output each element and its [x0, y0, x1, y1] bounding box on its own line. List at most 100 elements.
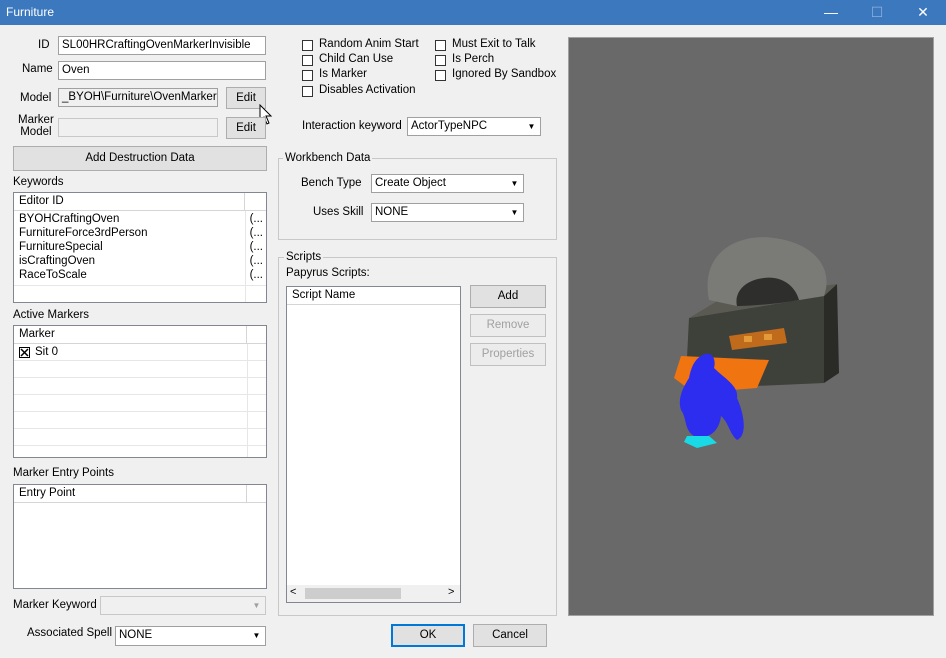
script-properties-button[interactable]: Properties: [470, 343, 546, 366]
id-field[interactable]: SL00HRCraftingOvenMarkerInvisible: [58, 36, 266, 55]
disables-activation-checkbox[interactable]: [302, 86, 313, 97]
random-anim-start-label: Random Anim Start: [319, 38, 419, 50]
marker-checkbox[interactable]: [19, 347, 30, 358]
markers-column-marker[interactable]: Marker: [14, 326, 247, 344]
keyword-extra: (...: [249, 227, 263, 239]
workbench-data-group: [278, 158, 557, 240]
title-bar: Furniture — ☐ ✕: [0, 0, 946, 25]
is-perch-label: Is Perch: [452, 53, 495, 65]
name-label: Name: [22, 63, 53, 75]
keyword-row[interactable]: isCraftingOven (...: [14, 255, 266, 269]
ignored-by-sandbox-checkbox[interactable]: [435, 70, 446, 81]
marker-name: Sit 0: [35, 346, 59, 358]
scroll-left-icon[interactable]: <: [290, 586, 296, 598]
uses-skill-value: NONE: [375, 206, 409, 218]
scripts-list-header: Script Name: [287, 287, 460, 305]
keyword-row[interactable]: FurnitureForce3rdPerson (...: [14, 227, 266, 241]
marker-keyword-dropdown[interactable]: ▼: [100, 596, 266, 615]
scripts-title: Scripts: [284, 251, 324, 263]
chevron-down-icon: ▼: [252, 601, 261, 610]
empty-row: [14, 379, 266, 395]
add-destruction-data-button[interactable]: Add Destruction Data: [13, 146, 267, 171]
random-anim-start-checkbox[interactable]: [302, 40, 313, 51]
must-exit-to-talk-checkbox[interactable]: [435, 40, 446, 51]
interaction-keyword-dropdown[interactable]: ActorTypeNPC ▼: [407, 117, 541, 136]
entry-points-label: Marker Entry Points: [13, 467, 114, 479]
marker-row[interactable]: Sit 0: [14, 345, 266, 361]
papyrus-scripts-list[interactable]: Script Name < >: [286, 286, 461, 603]
close-button[interactable]: ✕: [900, 0, 946, 25]
ok-button[interactable]: OK: [391, 624, 465, 647]
keyword-name: FurnitureForce3rdPerson: [19, 227, 148, 239]
cancel-button[interactable]: Cancel: [473, 624, 547, 647]
child-can-use-label: Child Can Use: [319, 53, 394, 65]
keyword-extra: (...: [249, 213, 263, 225]
marker-model-label-line1: Marker: [18, 114, 54, 126]
entry-column-entry-point[interactable]: Entry Point: [14, 485, 247, 503]
oven-model-render: [674, 237, 839, 448]
remove-script-button[interactable]: Remove: [470, 314, 546, 337]
oven-base-side: [824, 284, 839, 383]
associated-spell-dropdown[interactable]: NONE ▼: [115, 626, 266, 646]
empty-row: [14, 362, 266, 378]
keyword-row[interactable]: BYOHCraftingOven (...: [14, 213, 266, 227]
model-field[interactable]: _BYOH\Furniture\OvenMarker.n: [58, 88, 218, 107]
keyword-extra: (...: [249, 269, 263, 281]
markers-list-header: Marker: [14, 326, 266, 344]
chevron-down-icon: ▼: [527, 122, 536, 131]
uses-skill-dropdown[interactable]: NONE ▼: [371, 203, 524, 222]
is-perch-checkbox[interactable]: [435, 55, 446, 66]
keywords-column-editor-id[interactable]: Editor ID: [14, 193, 245, 211]
must-exit-to-talk-label: Must Exit to Talk: [452, 38, 536, 50]
ignored-by-sandbox-label: Ignored By Sandbox: [452, 68, 557, 80]
marker-model-label-line2: Model: [20, 126, 52, 138]
disables-activation-label: Disables Activation: [319, 84, 416, 96]
active-markers-list[interactable]: Marker Sit 0: [13, 325, 267, 458]
keywords-list[interactable]: Editor ID BYOHCraftingOven (... Furniture…: [13, 192, 267, 303]
bench-type-value: Create Object: [375, 177, 446, 189]
horizontal-scrollbar[interactable]: < >: [287, 585, 460, 602]
keyword-extra: (...: [249, 255, 263, 267]
divider: [245, 211, 246, 302]
scripts-column-script-name[interactable]: Script Name: [287, 287, 460, 305]
keywords-label: Keywords: [13, 176, 64, 188]
marker-model-field[interactable]: [58, 118, 218, 137]
keyword-row[interactable]: FurnitureSpecial (...: [14, 241, 266, 255]
empty-row: [14, 396, 266, 412]
uses-skill-label: Uses Skill: [313, 206, 364, 218]
marker-edit-button[interactable]: Edit: [226, 117, 266, 139]
window-title: Furniture: [6, 5, 55, 19]
chevron-down-icon: ▼: [510, 208, 519, 217]
keyword-extra: (...: [249, 241, 263, 253]
model-preview-viewport[interactable]: [568, 37, 934, 616]
is-marker-checkbox[interactable]: [302, 70, 313, 81]
empty-row: [14, 430, 266, 446]
chevron-down-icon: ▼: [510, 179, 519, 188]
bench-type-dropdown[interactable]: Create Object ▼: [371, 174, 524, 193]
minimize-button[interactable]: —: [808, 0, 854, 25]
marker-keyword-label: Marker Keyword: [13, 599, 97, 611]
keyword-row[interactable]: RaceToScale (...: [14, 269, 266, 283]
keyword-name: isCraftingOven: [19, 255, 96, 267]
bench-type-label: Bench Type: [301, 177, 362, 189]
is-marker-label: Is Marker: [319, 68, 367, 80]
scroll-right-icon[interactable]: >: [448, 586, 454, 598]
scrollbar-thumb[interactable]: [305, 588, 401, 599]
associated-spell-label: Associated Spell: [27, 627, 113, 639]
divider: [247, 344, 248, 457]
chevron-down-icon: ▼: [252, 631, 261, 640]
marker-model-label: Marker Model: [18, 114, 54, 138]
entry-points-list[interactable]: Entry Point: [13, 484, 267, 589]
id-label: ID: [38, 39, 50, 51]
keyword-name: RaceToScale: [19, 269, 87, 281]
workbench-data-title: Workbench Data: [283, 152, 373, 164]
child-can-use-checkbox[interactable]: [302, 55, 313, 66]
add-script-button[interactable]: Add: [470, 285, 546, 308]
associated-spell-value: NONE: [119, 629, 153, 641]
interaction-keyword-value: ActorTypeNPC: [411, 120, 488, 132]
keywords-list-header: Editor ID: [14, 193, 266, 211]
name-field[interactable]: Oven: [58, 61, 266, 80]
maximize-button[interactable]: ☐: [854, 0, 900, 25]
model-label: Model: [20, 92, 52, 104]
keyword-name: BYOHCraftingOven: [19, 213, 120, 225]
